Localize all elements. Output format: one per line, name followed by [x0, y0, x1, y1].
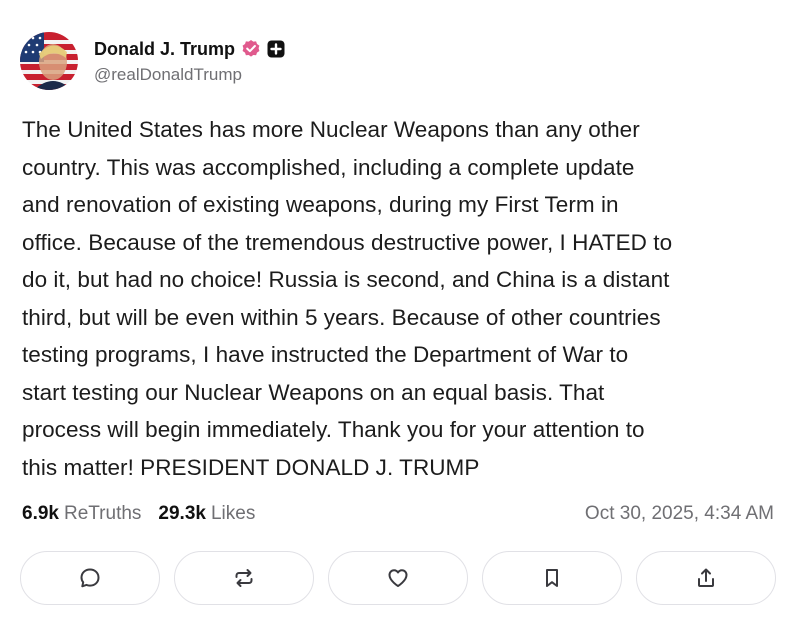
share-button[interactable] — [636, 551, 776, 605]
retruths-count: 6.9k — [22, 503, 59, 524]
post-text: The United States has more Nuclear Weapo… — [22, 117, 673, 480]
retruths-stat[interactable]: 6.9k ReTruths — [22, 503, 141, 525]
likes-label: Likes — [210, 503, 256, 524]
post-timestamp[interactable]: Oct 30, 2025, 4:34 AM — [585, 503, 774, 525]
likes-stat[interactable]: 29.3k Likes — [158, 503, 255, 525]
name-row: Donald J. Trump — [94, 37, 285, 61]
display-name[interactable]: Donald J. Trump — [94, 39, 235, 60]
author-identity: Donald J. Trump @realDonaldTrump — [94, 37, 285, 85]
verified-badge-icon — [241, 39, 261, 59]
retruth-icon — [235, 569, 253, 587]
action-bar — [20, 551, 776, 607]
bookmark-icon — [546, 569, 558, 587]
handle[interactable]: @realDonaldTrump — [94, 65, 285, 85]
retruths-label: ReTruths — [63, 503, 142, 524]
likes-count: 29.3k — [158, 503, 206, 524]
retruth-button[interactable] — [174, 551, 314, 605]
reply-button[interactable] — [20, 551, 160, 605]
reply-icon — [80, 568, 100, 588]
avatar[interactable] — [20, 32, 78, 90]
like-icon — [388, 569, 408, 587]
bookmark-button[interactable] — [482, 551, 622, 605]
plus-badge-icon — [267, 40, 285, 58]
share-icon — [698, 568, 714, 587]
post-stats: 6.9k ReTruths 29.3k Likes Oct 30, 2025, 4:… — [22, 500, 774, 528]
post-header: Donald J. Trump @realDonaldTrump — [20, 30, 285, 92]
like-button[interactable] — [328, 551, 468, 605]
truth-post: Donald J. Trump @realDonaldTrump The Uni… — [0, 0, 800, 635]
